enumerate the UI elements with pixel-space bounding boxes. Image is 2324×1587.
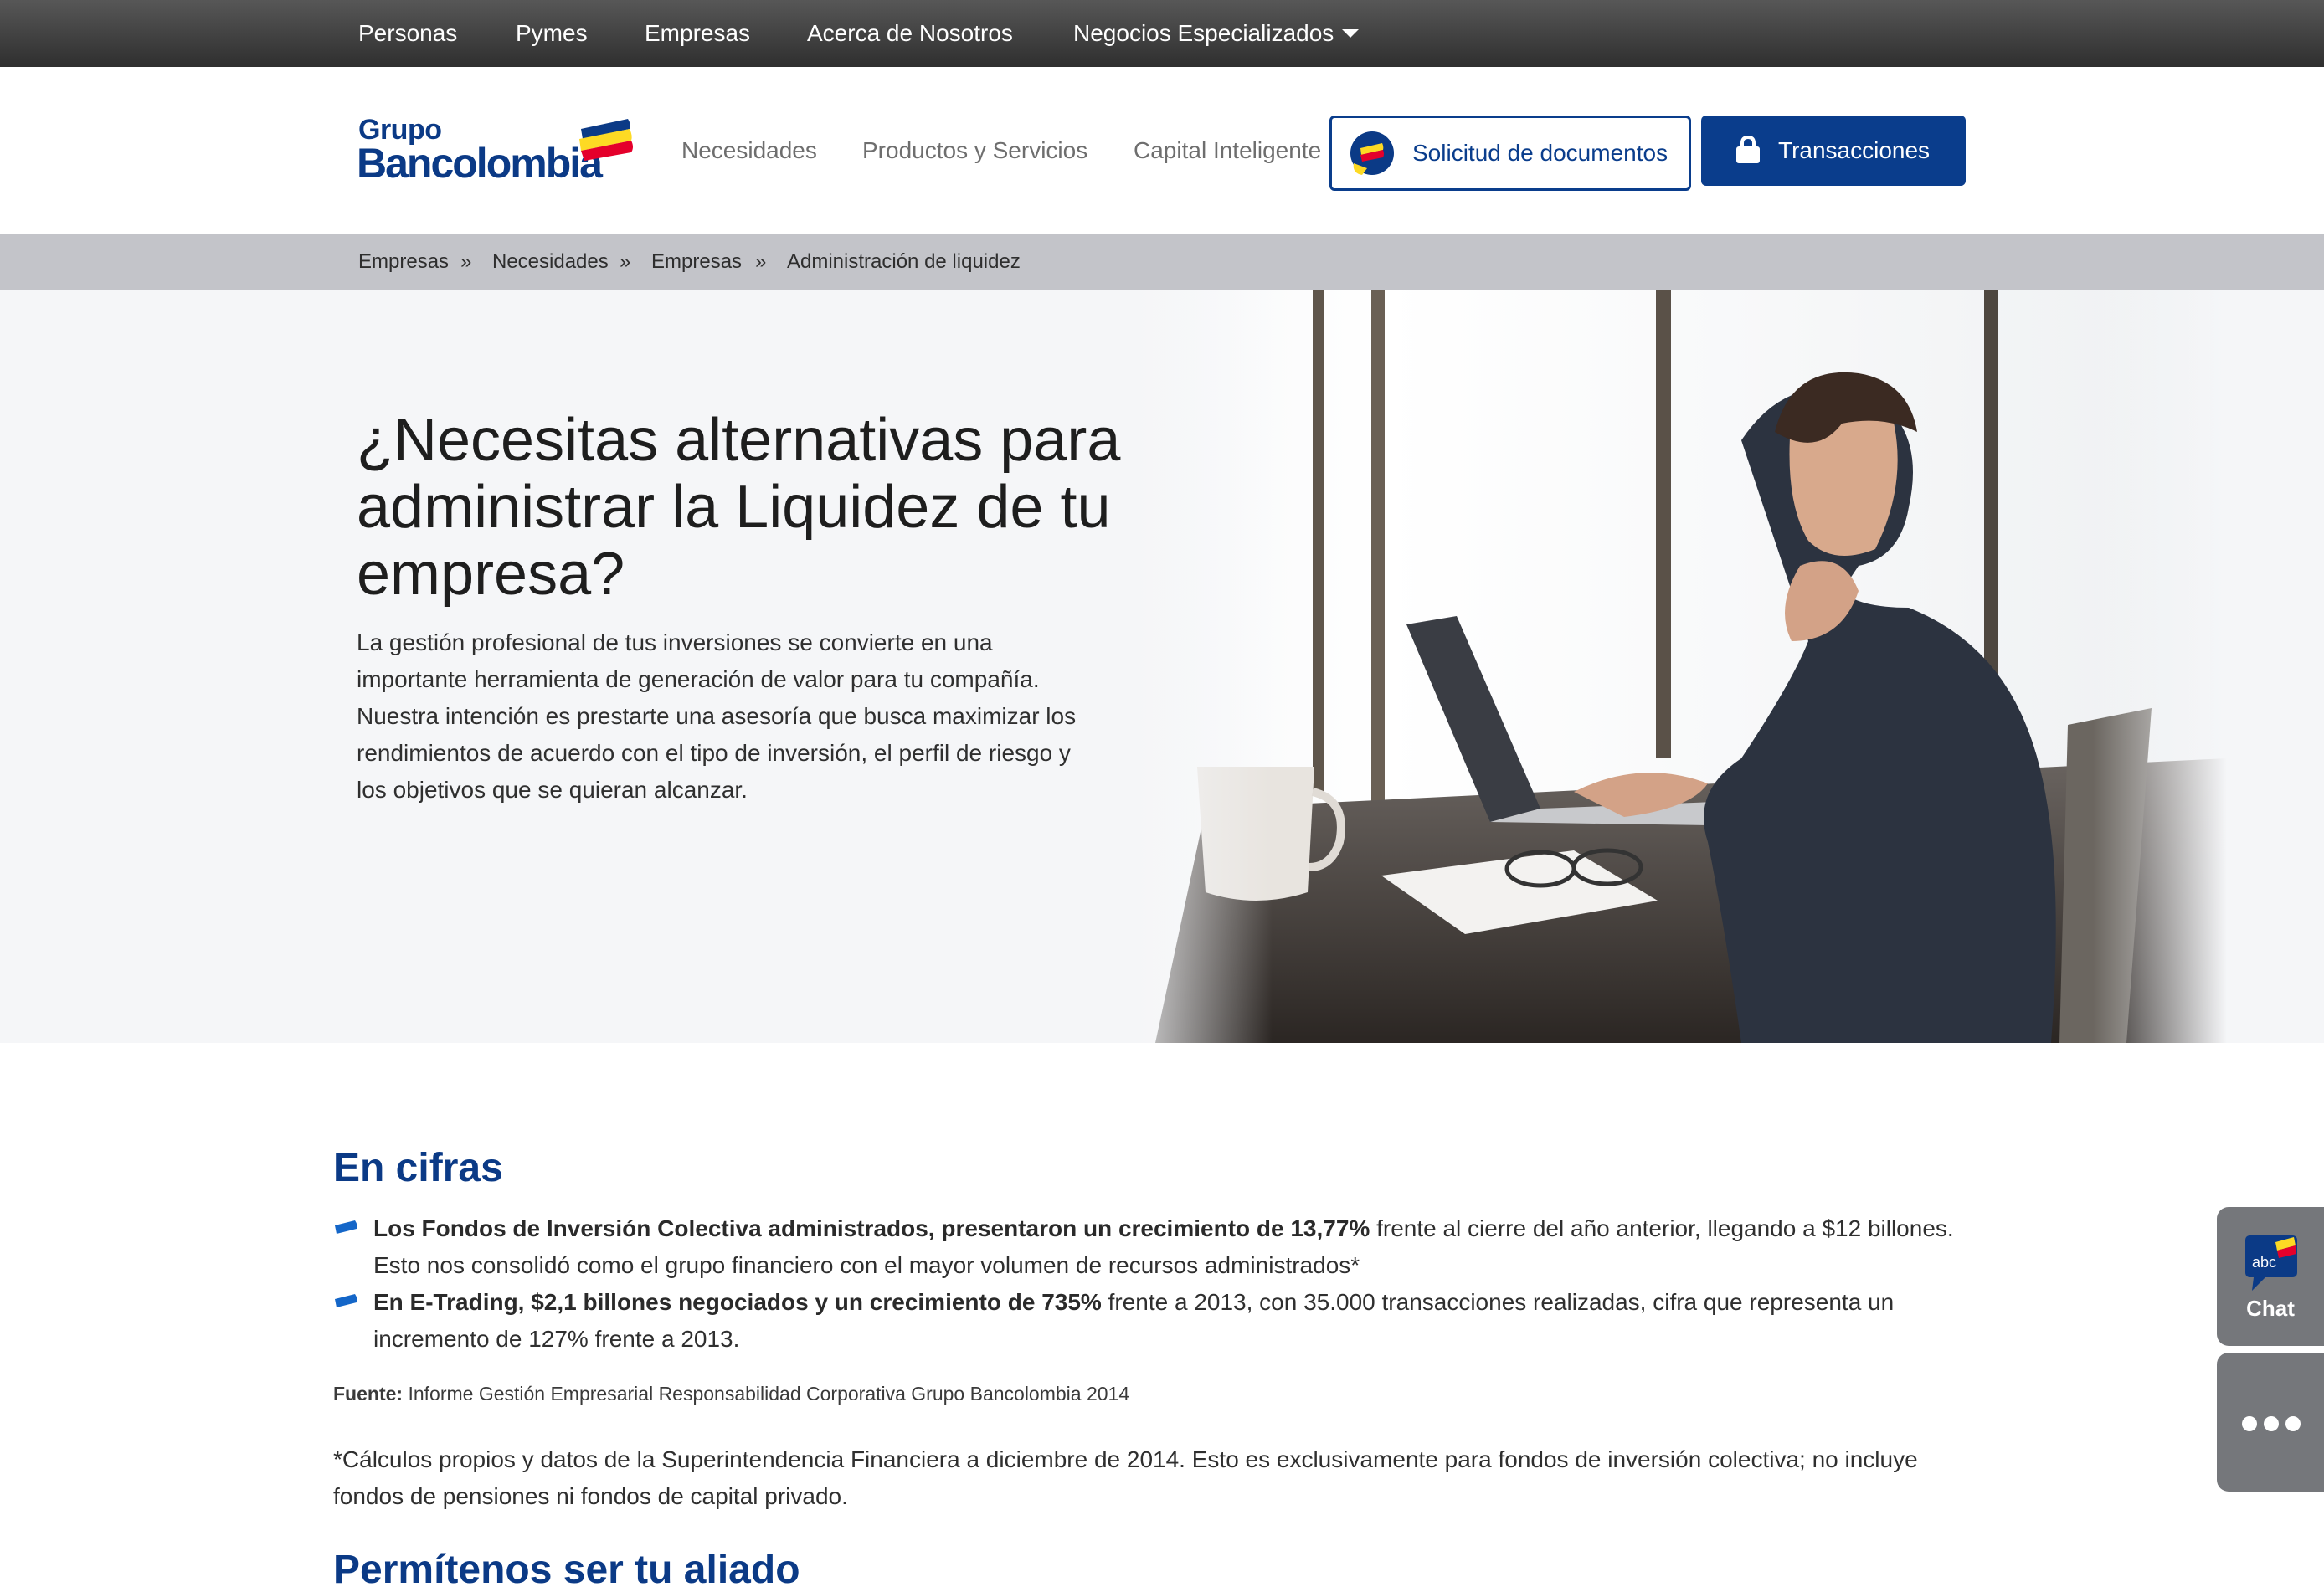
- source-label: Fuente:: [333, 1383, 404, 1405]
- logo-flag-icon: [579, 119, 633, 161]
- nav-capital[interactable]: Capital Inteligente: [1134, 67, 1321, 234]
- header: Grupo Bancolombia Necesidades Productos …: [0, 67, 2324, 234]
- top-nav: Personas Pymes Empresas Acerca de Nosotr…: [0, 0, 2324, 67]
- logo-line2: Bancolombia: [357, 140, 603, 187]
- request-documents-label: Solicitud de documentos: [1412, 140, 1668, 166]
- breadcrumb-item-empresas[interactable]: Empresas: [358, 234, 449, 290]
- document-chat-icon: [1350, 131, 1394, 175]
- breadcrumb-separator: »: [755, 250, 767, 273]
- figures-title: En cifras: [333, 1146, 503, 1190]
- breadcrumb-item-necesidades[interactable]: Necesidades: [492, 234, 609, 290]
- bullet-flag-icon: [335, 1294, 357, 1307]
- breadcrumb-separator: »: [460, 250, 472, 273]
- hero-description: La gestión profesional de tus inversione…: [357, 629, 1077, 803]
- more-dots-icon: [2242, 1416, 2257, 1431]
- nav-productos[interactable]: Productos y Servicios: [862, 67, 1087, 234]
- chat-badge: abc: [2252, 1254, 2276, 1271]
- businessman-laptop-photo: [1105, 290, 2227, 1043]
- more-dots-icon: [2264, 1416, 2279, 1431]
- top-nav-empresas[interactable]: Empresas: [645, 0, 750, 67]
- top-nav-acerca[interactable]: Acerca de Nosotros: [807, 0, 1013, 67]
- bancolombia-logo[interactable]: Grupo Bancolombia: [357, 114, 641, 189]
- bullet-text: En E-Trading, $2,1 billones negociados y…: [373, 1284, 1981, 1358]
- transactions-label: Transacciones: [1778, 137, 1931, 163]
- hero-banner: ¿Necesitas alternativas para administrar…: [0, 290, 2324, 1043]
- breadcrumb-item-empresas-2[interactable]: Empresas: [651, 234, 742, 290]
- top-nav-negocios[interactable]: Negocios Especializados: [1073, 0, 1360, 67]
- bullet-text: Los Fondos de Inversión Colectiva admini…: [373, 1210, 1981, 1284]
- nav-necesidades[interactable]: Necesidades: [681, 67, 817, 234]
- more-options-button[interactable]: [2217, 1353, 2324, 1492]
- bullet-bold-text: Los Fondos de Inversión Colectiva admini…: [373, 1215, 1370, 1241]
- more-dots-icon: [2285, 1416, 2301, 1431]
- source-text: Informe Gestión Empresarial Responsabili…: [403, 1383, 1130, 1405]
- ally-title: Permítenos ser tu aliado: [333, 1548, 800, 1587]
- chat-bubble-icon: abc: [2245, 1235, 2297, 1291]
- bullet-bold-text: En E-Trading, $2,1 billones negociados y…: [373, 1289, 1102, 1315]
- caret-down-icon: [1342, 28, 1360, 38]
- source-citation: Fuente: Informe Gestión Empresarial Resp…: [333, 1383, 1129, 1405]
- request-documents-button[interactable]: Solicitud de documentos: [1329, 116, 1691, 191]
- breadcrumb-item-current: Administración de liquidez: [787, 250, 1021, 273]
- chat-button[interactable]: abc Chat: [2217, 1207, 2324, 1346]
- top-nav-personas[interactable]: Personas: [358, 0, 457, 67]
- bullet-flag-icon: [335, 1220, 357, 1234]
- lock-icon: [1736, 136, 1760, 163]
- hero-title: ¿Necesitas alternativas para administrar…: [357, 407, 1121, 608]
- chat-label: Chat: [2246, 1296, 2295, 1321]
- breadcrumb: Empresas » Necesidades » Empresas » Admi…: [0, 234, 2324, 290]
- breadcrumb-separator: »: [620, 250, 631, 273]
- top-nav-negocios-label: Negocios Especializados: [1073, 20, 1334, 46]
- footnote: *Cálculos propios y datos de la Superint…: [333, 1446, 1918, 1509]
- transactions-button[interactable]: Transacciones: [1701, 116, 1966, 186]
- top-nav-pymes[interactable]: Pymes: [516, 0, 588, 67]
